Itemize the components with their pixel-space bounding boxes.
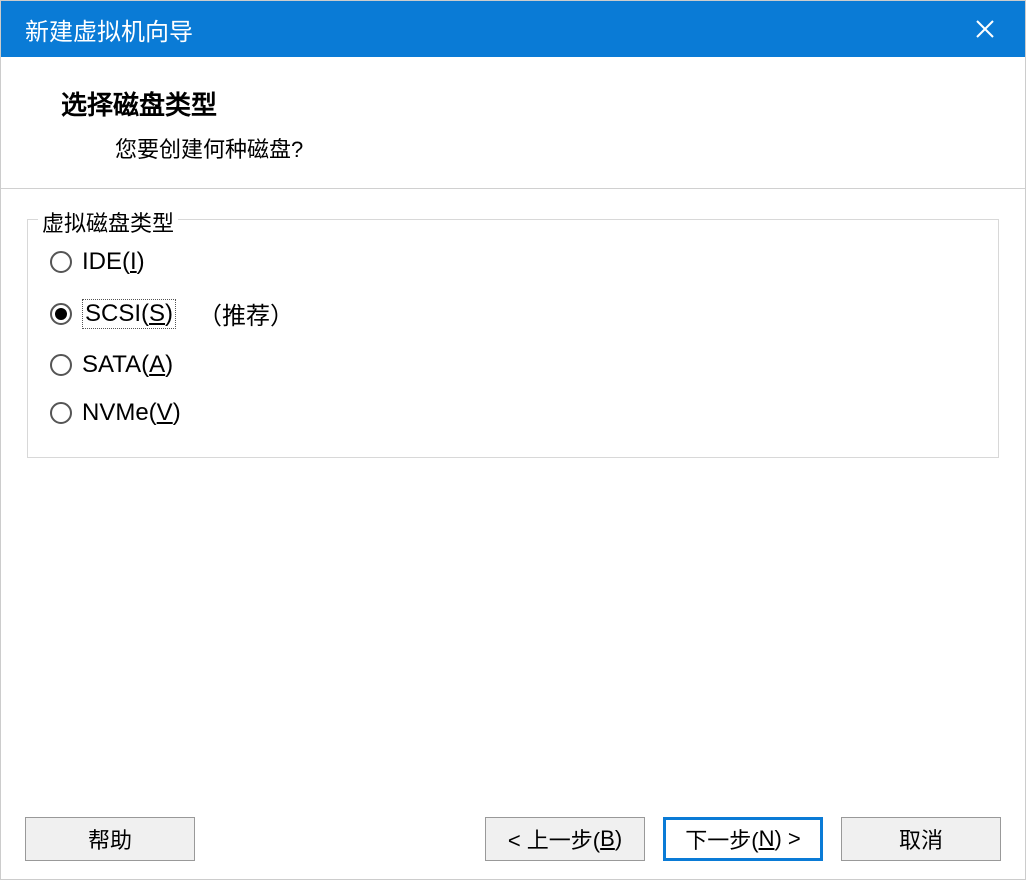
page-title: 选择磁盘类型 [61,85,1025,122]
radio-ide[interactable]: IDE(I) [50,248,976,276]
page-subtitle: 您要创建何种磁盘? [61,132,1025,164]
footer: 帮助 < 上一步(B) 下一步(N) > 取消 [1,803,1025,879]
radio-icon [50,354,72,376]
titlebar: 新建虚拟机向导 [1,1,1025,57]
radio-label-scsi: SCSI(S) [82,299,176,329]
radio-label-ide: IDE(I) [82,248,145,276]
close-icon [975,19,995,39]
window-title: 新建虚拟机向导 [25,12,193,47]
radio-extra-scsi: （推荐） [198,296,294,331]
radio-icon [50,402,72,424]
wizard-window: 新建虚拟机向导 选择磁盘类型 您要创建何种磁盘? 虚拟磁盘类型 IDE(I) S… [0,0,1026,880]
radio-nvme[interactable]: NVMe(V) [50,399,976,427]
help-button[interactable]: 帮助 [25,817,195,861]
radio-sata[interactable]: SATA(A) [50,351,976,379]
fieldset-legend: 虚拟磁盘类型 [38,206,178,238]
disk-type-fieldset: 虚拟磁盘类型 IDE(I) SCSI(S) （推荐） SATA(A) [27,219,999,458]
radio-icon [50,303,72,325]
radio-label-nvme: NVMe(V) [82,399,181,427]
radio-scsi[interactable]: SCSI(S) （推荐） [50,296,976,331]
radio-icon [50,251,72,273]
cancel-button[interactable]: 取消 [841,817,1001,861]
next-button[interactable]: 下一步(N) > [663,817,823,861]
radio-group: IDE(I) SCSI(S) （推荐） SATA(A) NVMe(V) [50,240,976,427]
header-area: 选择磁盘类型 您要创建何种磁盘? [1,57,1025,189]
back-button[interactable]: < 上一步(B) [485,817,645,861]
content-area: 虚拟磁盘类型 IDE(I) SCSI(S) （推荐） SATA(A) [1,189,1025,803]
radio-label-sata: SATA(A) [82,351,173,379]
close-button[interactable] [965,9,1005,49]
